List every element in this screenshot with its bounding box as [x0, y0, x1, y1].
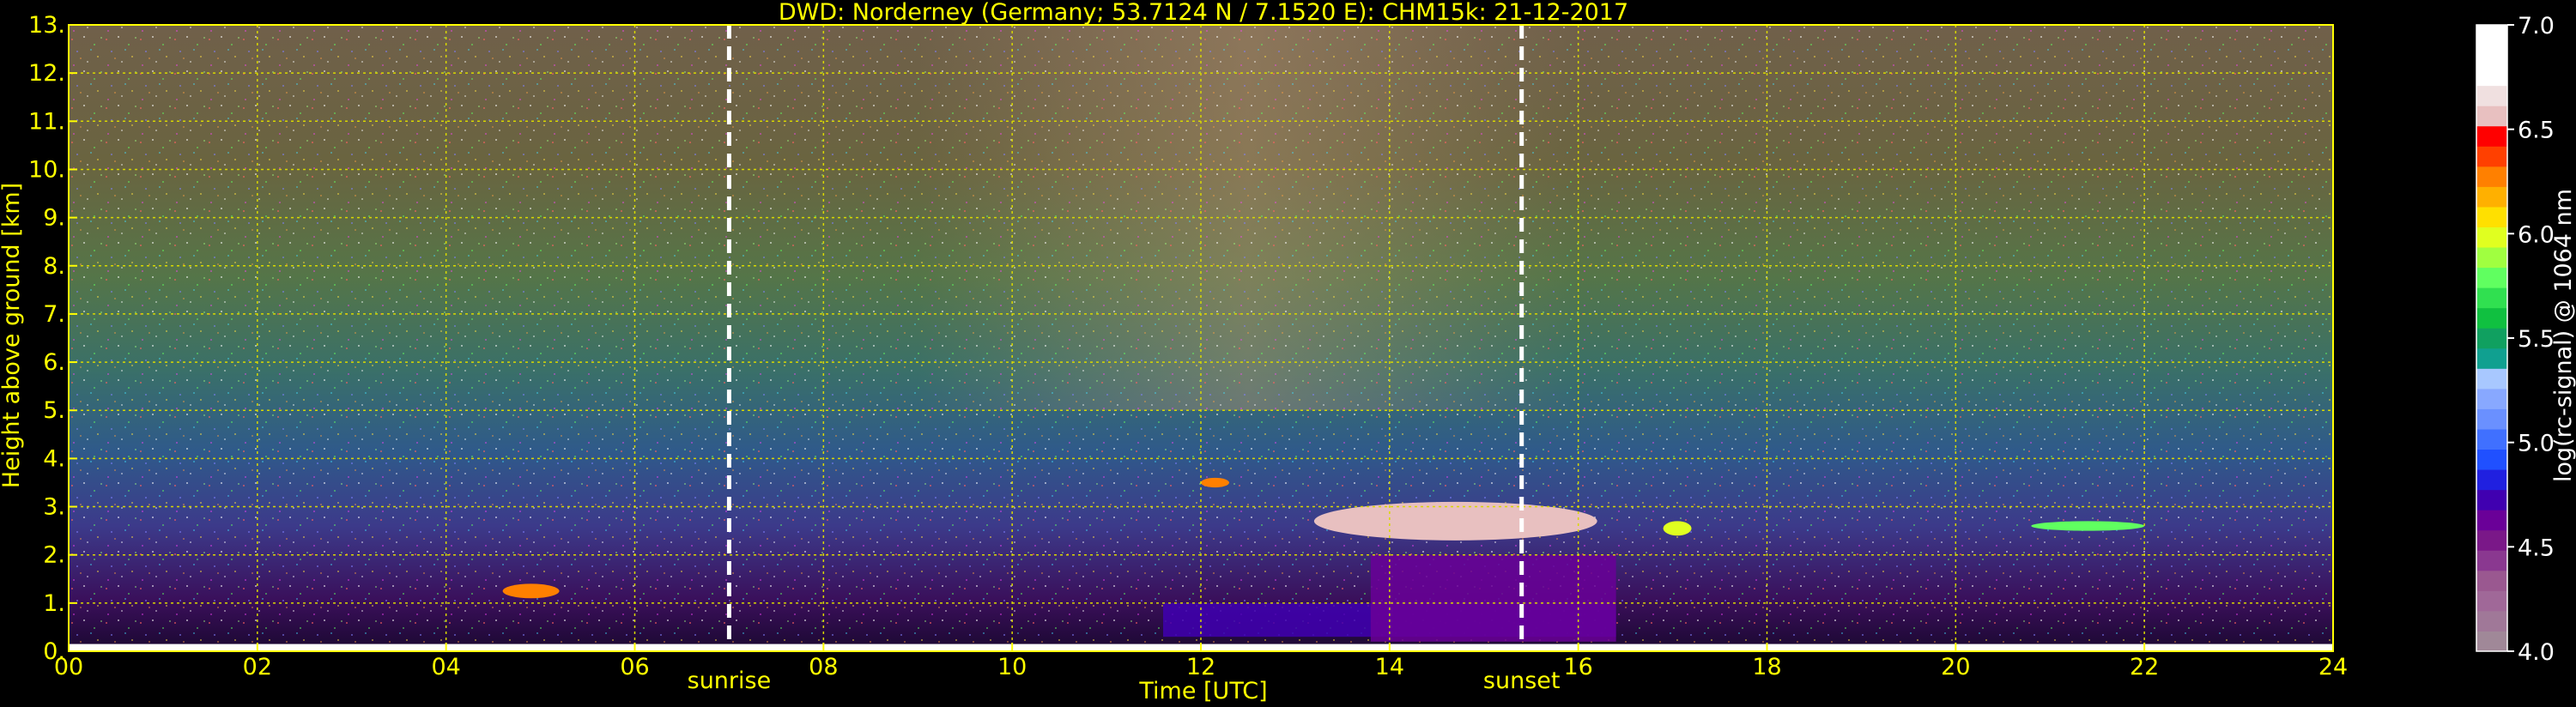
- colorbar-segment: [2476, 631, 2507, 652]
- cloud-layer-2: [1313, 501, 1597, 541]
- colorbar-segment: [2476, 125, 2507, 147]
- x-tick-label: 10: [997, 654, 1027, 680]
- y-tick-label: 13.: [28, 12, 65, 39]
- colorbar-segment: [2476, 529, 2507, 551]
- colorbar-segment: [2476, 25, 2507, 46]
- colorbar-segment: [2476, 388, 2507, 409]
- cloud-layer-1: [1201, 477, 1229, 488]
- y-tick-label: 7.: [43, 301, 65, 328]
- plot-area: [68, 24, 2334, 652]
- colorbar-segment: [2476, 267, 2507, 288]
- colorbar-segment: [2476, 227, 2507, 248]
- x-tick-label: 12: [1186, 654, 1215, 680]
- colorbar-tick-label: 6.5: [2518, 118, 2555, 144]
- y-tick-label: 1.: [43, 590, 65, 617]
- x-tick-label: 22: [2130, 654, 2159, 680]
- colorbar-tick-label: 4.5: [2518, 535, 2555, 561]
- colorbar-tick-label: 5.0: [2518, 431, 2555, 457]
- y-axis-label: Height above ground [km]: [0, 183, 25, 488]
- cloud-layer-4: [2031, 521, 2145, 531]
- y-tick-label: 11.: [28, 108, 65, 135]
- y-tick-label: 10.: [28, 156, 65, 183]
- colorbar-segment: [2476, 307, 2507, 329]
- colorbar-segment: [2476, 206, 2507, 227]
- x-tick-label: 18: [1752, 654, 1781, 680]
- y-tick-label: 12.: [28, 60, 65, 87]
- colorbar-segment: [2476, 590, 2507, 612]
- y-tick-label: 0.: [43, 638, 65, 665]
- colorbar-segment: [2476, 287, 2507, 309]
- x-tick-label: 04: [431, 654, 460, 680]
- colorbar-segment: [2476, 428, 2507, 450]
- y-tick-label: 3.: [43, 494, 65, 521]
- x-tick-label: 06: [620, 654, 649, 680]
- colorbar-segment: [2476, 328, 2507, 349]
- y-tick-label: 2.: [43, 542, 65, 569]
- boundary-layer-1: [1370, 554, 1616, 642]
- x-tick-label: 24: [2318, 654, 2348, 680]
- chart-title: DWD: Norderney (Germany; 53.7124 N / 7.1…: [779, 0, 1628, 26]
- cloud-layer-0: [502, 583, 560, 599]
- colorbar-segment: [2476, 449, 2507, 470]
- colorbar-segment: [2476, 570, 2507, 591]
- colorbar-segment: [2476, 489, 2507, 511]
- y-tick-label: 6.: [43, 349, 65, 376]
- colorbar-segment: [2476, 610, 2507, 631]
- colorbar: 4.0 4.5 5.0 5.5 6.0 6.5 7.0: [2476, 13, 2555, 666]
- colorbar-label: log(rc-signal) @ 1064 nm: [2550, 189, 2576, 482]
- colorbar-segment: [2476, 368, 2507, 390]
- sun-marker-label-sunset: sunset: [1483, 668, 1561, 694]
- colorbar-segment: [2476, 247, 2507, 269]
- colorbar-tick-label: 5.5: [2518, 326, 2555, 353]
- colorbar-segment: [2476, 45, 2507, 66]
- colorbar-segment: [2476, 510, 2507, 531]
- y-tick-label: 8.: [43, 253, 65, 280]
- colorbar-segment: [2476, 166, 2507, 187]
- colorbar-segment: [2476, 550, 2507, 571]
- cloud-layer-3: [1663, 521, 1692, 536]
- colorbar-tick-label: 6.0: [2518, 221, 2555, 248]
- colorbar-segment: [2476, 106, 2507, 127]
- sun-marker-label-sunrise: sunrise: [688, 668, 772, 694]
- x-tick-label: 08: [809, 654, 838, 680]
- colorbar-segment: [2476, 408, 2507, 430]
- y-tick-label: 9.: [43, 205, 65, 232]
- x-tick-label: 02: [243, 654, 272, 680]
- colorbar-segment: [2476, 65, 2507, 87]
- x-tick-label: 16: [1563, 654, 1592, 680]
- colorbar-tick-label: 4.0: [2518, 639, 2555, 666]
- y-tick-label: 5.: [43, 397, 65, 424]
- y-tick-label: 4.: [43, 445, 65, 472]
- colorbar-segment: [2476, 347, 2507, 369]
- colorbar-segment: [2476, 469, 2507, 491]
- colorbar-tick-label: 7.0: [2518, 13, 2555, 39]
- lidar-figure: sunrise sunset00 02 04 06 08 10 12 14 16 18 20 22 240…: [0, 0, 2576, 704]
- colorbar-segment: [2476, 146, 2507, 167]
- x-axis-label: Time [UTC]: [1138, 678, 1267, 704]
- x-tick-label: 14: [1375, 654, 1404, 680]
- colorbar-segment: [2476, 186, 2507, 208]
- colorbar-segment: [2476, 85, 2507, 106]
- x-tick-label: 20: [1941, 654, 1970, 680]
